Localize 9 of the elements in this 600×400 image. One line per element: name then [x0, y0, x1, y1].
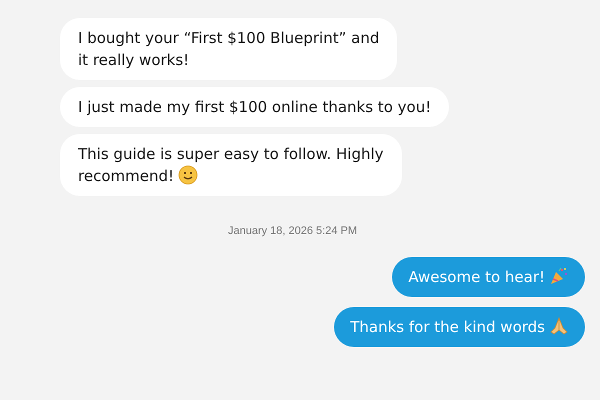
praying-hands-icon	[549, 316, 569, 336]
received-message: This guide is super easy to follow. Highly recommend!	[60, 134, 402, 196]
sent-message: Awesome to hear!	[392, 257, 585, 297]
party-popper-icon	[549, 266, 569, 286]
received-message: I bought your “First $100 Blueprint” and it really works!	[60, 18, 398, 80]
sent-message: Thanks for the kind words	[334, 307, 585, 347]
message-timestamp: January 18, 2026 5:24 PM	[228, 225, 358, 237]
smiley-icon	[178, 165, 198, 185]
received-message: I just made my first $100 online thanks to you!	[60, 87, 450, 127]
